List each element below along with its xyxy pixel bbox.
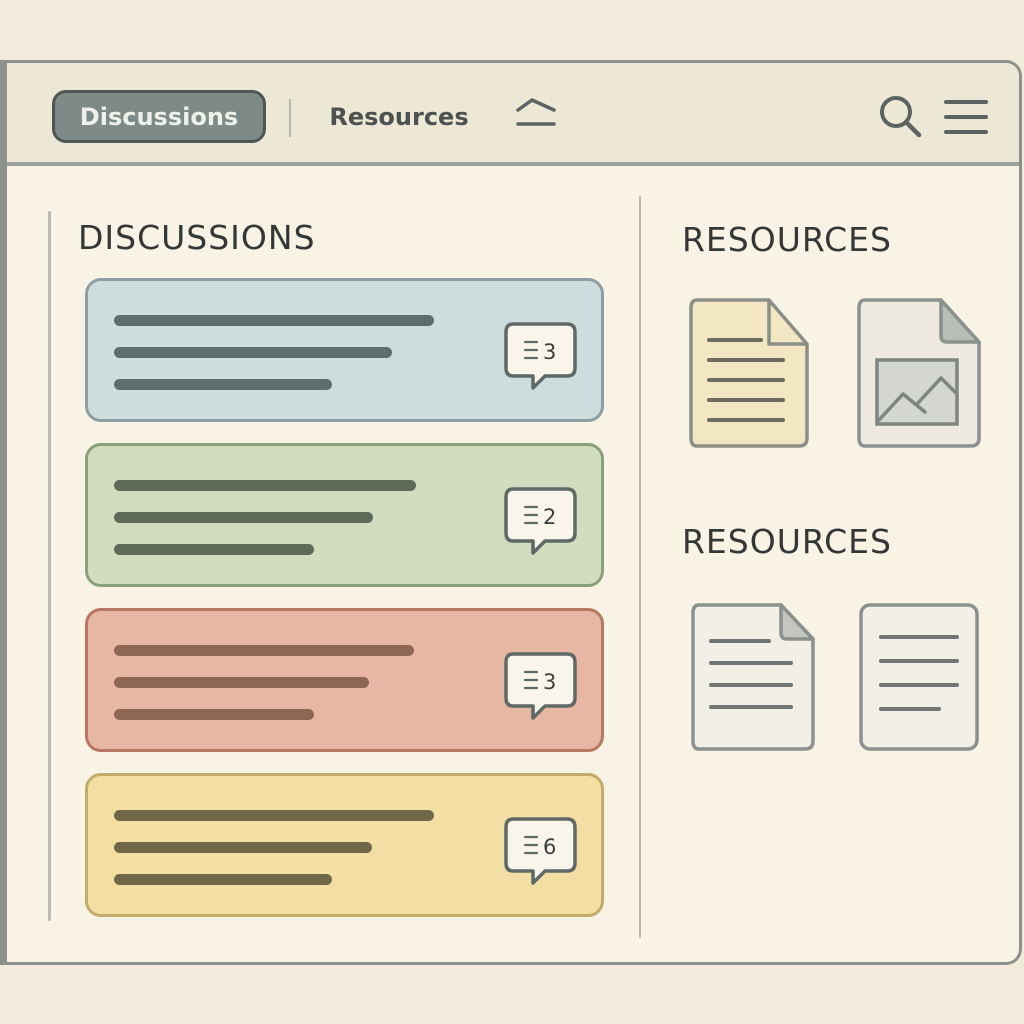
top-nav-bar: Discussions Resources: [7, 63, 1019, 166]
text-placeholder: [114, 315, 434, 326]
text-placeholder: [114, 645, 414, 656]
reply-count-badge[interactable]: 3: [503, 651, 579, 721]
reply-count: 3: [543, 340, 557, 364]
tab-divider: [289, 99, 291, 137]
text-placeholder: [114, 874, 332, 885]
document-icon[interactable]: [857, 601, 983, 755]
text-placeholder: [114, 810, 434, 821]
collapse-icon[interactable]: [512, 96, 560, 130]
menu-icon[interactable]: [942, 97, 990, 139]
discussion-card[interactable]: 3: [85, 278, 604, 422]
tab-discussions[interactable]: Discussions: [52, 90, 266, 143]
discussion-card[interactable]: 6: [85, 773, 604, 917]
text-placeholder: [114, 379, 332, 390]
reply-count: 2: [543, 505, 557, 529]
left-column-rule: [48, 211, 51, 921]
text-placeholder: [114, 709, 314, 720]
reply-count-badge[interactable]: 3: [503, 321, 579, 391]
image-file-icon[interactable]: [855, 296, 985, 452]
column-divider: [639, 196, 641, 938]
text-placeholder: [114, 842, 372, 853]
document-icon[interactable]: [687, 296, 813, 452]
reply-count: 6: [543, 835, 557, 859]
tab-resources[interactable]: Resources: [325, 90, 473, 143]
search-icon[interactable]: [877, 93, 925, 141]
app-window: Discussions Resources DISCUSSIONS 3 2 3 …: [0, 60, 1022, 965]
reply-count: 3: [543, 670, 557, 694]
discussion-card[interactable]: 2: [85, 443, 604, 587]
reply-count-badge[interactable]: 2: [503, 486, 579, 556]
discussions-title: DISCUSSIONS: [78, 218, 316, 257]
text-placeholder: [114, 512, 373, 523]
resources-title: RESOURCES: [682, 522, 892, 561]
text-placeholder: [114, 544, 314, 555]
text-placeholder: [114, 480, 416, 491]
text-placeholder: [114, 677, 369, 688]
document-icon[interactable]: [689, 601, 819, 755]
reply-count-badge[interactable]: 6: [503, 816, 579, 886]
discussion-card[interactable]: 3: [85, 608, 604, 752]
text-placeholder: [114, 347, 392, 358]
resources-title: RESOURCES: [682, 220, 892, 259]
